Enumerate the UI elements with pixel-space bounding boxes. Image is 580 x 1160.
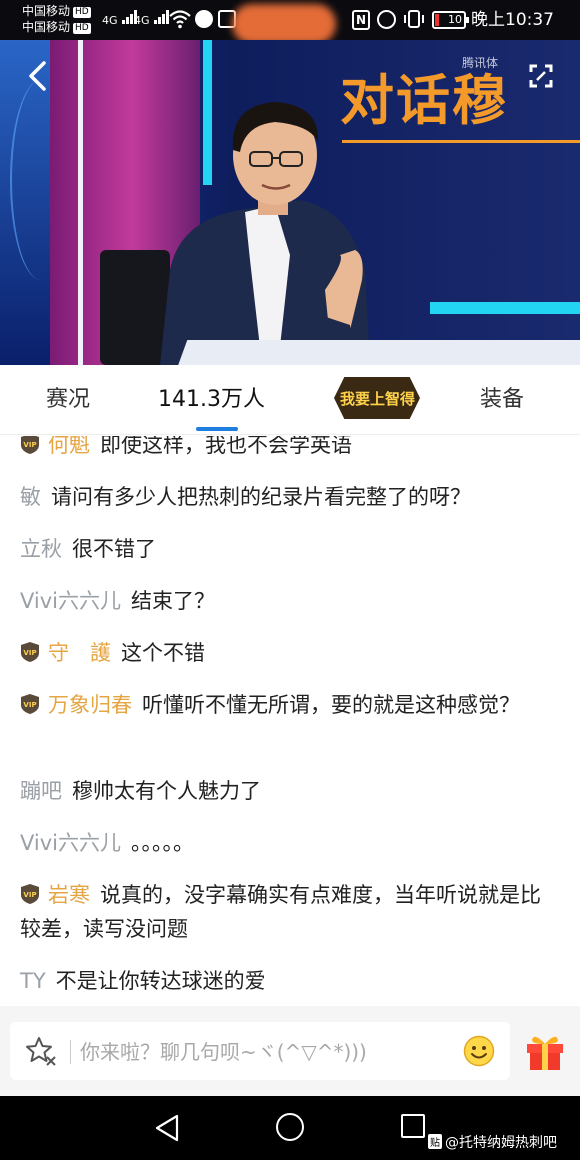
- chat-text: 请问有多少人把热刺的纪录片看完整了的呀？: [51, 485, 471, 509]
- carrier-2: 中国移动: [22, 20, 71, 34]
- wifi-icon: [169, 10, 191, 29]
- chat-input[interactable]: [80, 1036, 450, 1068]
- gift-icon[interactable]: [524, 1030, 566, 1072]
- tab-status[interactable]: 赛况: [46, 385, 90, 415]
- chat-message: VIP 守 護这个不错: [20, 636, 560, 670]
- chat-message: VIP 万象归春 听懂听不懂无所谓，要的就是这种感觉？: [20, 688, 560, 722]
- clock: 晚上10:37: [471, 10, 554, 30]
- stage-light: [78, 40, 83, 365]
- chat-message: Vivi六六儿 结束了？: [20, 584, 560, 618]
- chat-username[interactable]: 万象归春: [48, 693, 132, 717]
- chat-username[interactable]: Vivi六六儿: [20, 589, 121, 613]
- tab-bar: 赛况 141.3万人 我要上智得 装备: [0, 365, 580, 435]
- network-type-2: 4G: [134, 14, 150, 27]
- vibrate-icon: [404, 10, 424, 28]
- watermark-text: @托特纳姆热刺吧: [445, 1135, 557, 1151]
- chat-text: 即使这样，我也不会学英语: [100, 436, 352, 457]
- status-bar: 中国移动 HD 中国移动 HD 4G 4G N 10 晚上10:37: [0, 0, 580, 44]
- chat-text: 穆帅太有个人魅力了: [72, 779, 261, 803]
- chat-message: 敏请问有多少人把热刺的纪录片看完整了的呀？: [20, 480, 560, 514]
- svg-text:VIP: VIP: [23, 649, 36, 657]
- chat-username[interactable]: 岩寒: [48, 883, 90, 907]
- chat-text: 很不错了: [72, 537, 156, 561]
- carrier-info: 中国移动 HD 中国移动 HD: [22, 3, 91, 35]
- nav-home-icon[interactable]: [276, 1113, 304, 1141]
- alarm-icon: [377, 10, 396, 29]
- vip-shield-icon: VIP: [21, 694, 39, 714]
- redacted-area: [232, 4, 336, 44]
- nfc-icon: N: [352, 10, 370, 30]
- watermark-badge: 贴: [428, 1134, 442, 1149]
- chat-text: 结束了？: [131, 589, 216, 613]
- chat-username[interactable]: Vivi六六儿: [20, 831, 121, 855]
- chat-message: VIP 岩寒 说真的，没字幕确实有点难度，当年听说就是比较差，读写没问题: [20, 878, 560, 946]
- hd-badge: HD: [73, 23, 91, 34]
- chat-text: 说真的，没字幕确实有点难度，当年听说就是比较差，读写没问题: [20, 883, 541, 941]
- vip-shield-icon: VIP: [21, 884, 39, 904]
- tab-equipment[interactable]: 装备: [480, 385, 524, 415]
- chat-username[interactable]: 何魁: [48, 436, 90, 457]
- video-player[interactable]: 对话穆 腾讯体: [0, 40, 580, 365]
- chat-username[interactable]: 敏: [20, 485, 41, 509]
- signal-1-icon: 4G: [102, 9, 138, 29]
- chat-message: Vivi六六儿。。。。。: [20, 826, 560, 860]
- chat-message: TY 不是让你转达球迷的爱: [20, 964, 560, 998]
- chat-username[interactable]: 蹦吧: [20, 779, 62, 803]
- emoji-icon[interactable]: [463, 1035, 495, 1067]
- chat-list[interactable]: VIP 何魁 即使这样，我也不会学英语 敏请问有多少人把热刺的纪录片看完整了的呀？ …: [0, 436, 580, 1006]
- star-effects-icon[interactable]: [24, 1035, 58, 1067]
- desk: [172, 340, 580, 365]
- back-icon[interactable]: [26, 60, 48, 92]
- svg-text:VIP: VIP: [23, 701, 36, 709]
- chat-message: 蹦吧 穆帅太有个人魅力了: [20, 774, 560, 808]
- promo-badge[interactable]: 我要上智得: [334, 377, 420, 419]
- carrier-1: 中国移动: [22, 4, 71, 18]
- promo-badge-label: 我要上智得: [340, 390, 416, 408]
- input-divider: [70, 1040, 71, 1064]
- chat-username[interactable]: TY: [20, 969, 46, 993]
- svg-text:VIP: VIP: [23, 891, 36, 899]
- channel-logo: 腾讯体: [462, 56, 499, 70]
- chat-message: VIP 何魁 即使这样，我也不会学英语: [20, 436, 560, 462]
- chat-text: 这个不错: [121, 641, 205, 665]
- chat-input-box: [10, 1022, 510, 1080]
- signal-2-icon: 4G: [134, 9, 170, 29]
- system-nav-bar: 贴 @托特纳姆热刺吧: [0, 1096, 580, 1160]
- tab-viewers[interactable]: 141.3万人: [158, 385, 265, 415]
- chat-text: 。。。。。: [131, 831, 195, 855]
- battery-level: 10: [448, 13, 462, 26]
- active-tab-indicator: [196, 427, 238, 431]
- vip-shield-icon: VIP: [21, 436, 39, 454]
- network-type-1: 4G: [102, 14, 118, 27]
- chat-text: 不是让你转达球迷的爱: [55, 969, 266, 993]
- chat-text: 听懂听不懂无所谓，要的就是这种感觉？: [142, 693, 520, 717]
- svg-text:VIP: VIP: [23, 441, 36, 449]
- battery-indicator: 10: [432, 11, 469, 29]
- vip-shield-icon: VIP: [21, 642, 39, 662]
- chat-username[interactable]: 立秋: [20, 537, 62, 561]
- nav-recents-icon[interactable]: [401, 1114, 425, 1138]
- watermark: 贴 @托特纳姆热刺吧: [428, 1132, 557, 1152]
- chat-username[interactable]: 守 護: [48, 641, 111, 665]
- stage-light: [430, 302, 580, 314]
- expand-icon[interactable]: [527, 62, 555, 90]
- host-figure: [160, 102, 370, 365]
- chat-message: 立秋 很不错了: [20, 532, 560, 566]
- hd-badge: HD: [73, 7, 91, 18]
- basketball-icon: [195, 10, 213, 28]
- nav-back-icon[interactable]: [153, 1113, 181, 1143]
- chat-input-bar: [0, 1006, 580, 1096]
